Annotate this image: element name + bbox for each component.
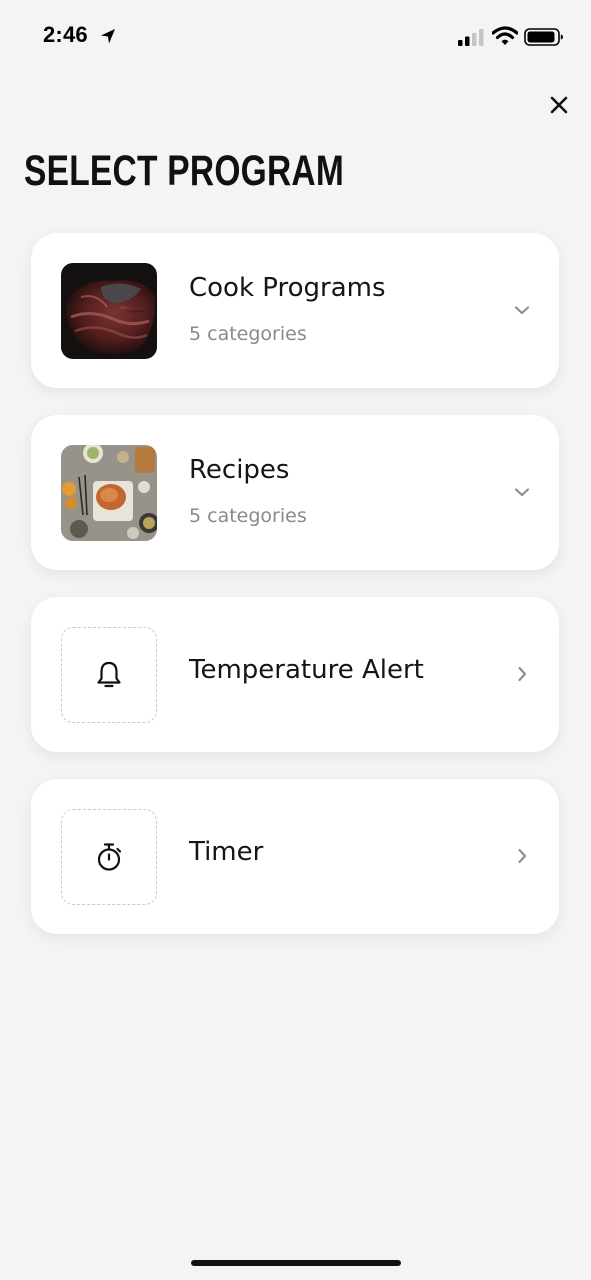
home-indicator[interactable] — [191, 1260, 401, 1266]
temperature-alert-card[interactable]: Temperature Alert — [31, 597, 559, 752]
card-title: Temperature Alert — [189, 655, 424, 685]
recipes-image — [61, 445, 157, 541]
recipes-card[interactable]: Recipes 5 categories — [31, 415, 559, 570]
stopwatch-icon — [97, 843, 122, 871]
close-icon — [550, 96, 568, 114]
cellular-signal-icon — [458, 29, 484, 46]
location-arrow-icon — [101, 29, 115, 44]
cook-programs-image — [61, 263, 157, 359]
page-title: SELECT PROGRAM — [24, 147, 345, 195]
card-subtitle: 5 categories — [189, 505, 307, 527]
status-bar: 2:46 — [0, 0, 591, 76]
card-title: Cook Programs — [189, 273, 386, 303]
battery-icon — [524, 28, 563, 46]
temperature-alert-thumb — [61, 627, 157, 723]
card-title: Recipes — [189, 455, 290, 485]
chevron-right-icon — [518, 666, 527, 682]
timer-thumb — [61, 809, 157, 905]
chevron-down-icon — [514, 488, 530, 497]
card-subtitle: 5 categories — [189, 323, 307, 345]
chevron-down-icon — [514, 306, 530, 315]
wifi-icon — [492, 26, 518, 45]
bell-icon — [97, 661, 121, 688]
card-title: Timer — [189, 837, 264, 867]
cook-programs-card[interactable]: Cook Programs 5 categories — [31, 233, 559, 388]
status-time: 2:46 — [43, 22, 88, 47]
timer-card[interactable]: Timer — [31, 779, 559, 934]
close-button[interactable] — [544, 90, 574, 120]
chevron-right-icon — [518, 848, 527, 864]
